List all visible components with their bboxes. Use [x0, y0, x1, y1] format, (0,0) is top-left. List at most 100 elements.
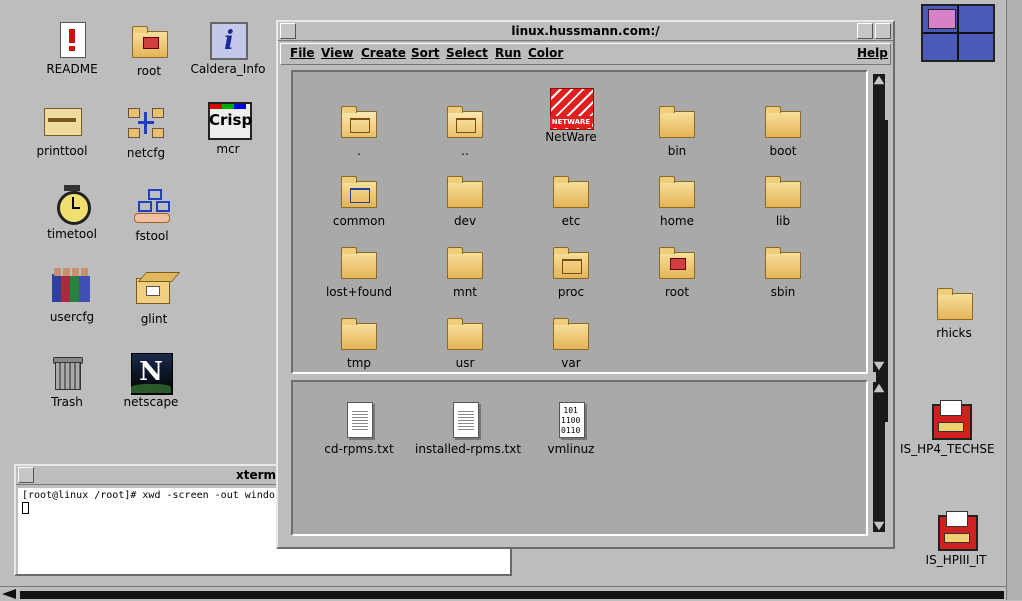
- desktop-icon-timetool[interactable]: timetool: [27, 185, 117, 241]
- readme-doc-icon: [52, 20, 92, 60]
- bottom-scrollbar-track[interactable]: [20, 591, 1004, 599]
- desktop-icon-rhicks[interactable]: rhicks: [909, 284, 999, 340]
- scroll-up-arrow[interactable]: [873, 75, 885, 85]
- desktop-icon-fstool[interactable]: fstool: [107, 187, 197, 243]
- menu-sort[interactable]: Sort: [411, 46, 440, 60]
- maximize-button[interactable]: [875, 23, 891, 39]
- folder-item[interactable]: bin: [627, 102, 727, 158]
- scroll-up-arrow[interactable]: [873, 383, 885, 393]
- folder-item[interactable]: proc: [521, 243, 621, 299]
- desktop-icon-usercfg[interactable]: usercfg: [27, 268, 117, 324]
- folder-icon: [444, 243, 486, 283]
- window-title: linux.hussmann.com:/: [511, 24, 660, 38]
- home-folder-icon: [129, 22, 169, 62]
- desktop-icon-root[interactable]: root: [104, 22, 194, 78]
- process-folder-icon: [550, 243, 592, 283]
- printer-queue-icon: [936, 511, 978, 551]
- file-manager-window[interactable]: linux.hussmann.com:/ File View Create So…: [276, 20, 895, 549]
- folder-item[interactable]: boot: [733, 102, 833, 158]
- menu-create[interactable]: Create: [361, 46, 406, 60]
- folder-item[interactable]: home: [627, 172, 727, 228]
- folder-icon: [656, 172, 698, 212]
- xterm-menu-button[interactable]: [18, 467, 34, 483]
- folder-icon: [444, 172, 486, 212]
- file-item[interactable]: installed-rpms.txt: [415, 400, 521, 456]
- trash-icon: [47, 353, 87, 393]
- folder-item-netware[interactable]: NETWARE NetWare: [521, 88, 621, 144]
- folder-item[interactable]: mnt: [415, 243, 515, 299]
- folder-item[interactable]: lost+found: [309, 243, 409, 299]
- file-pane[interactable]: cd-rpms.txt installed-rpms.txt 101 1100 …: [291, 380, 868, 536]
- desktop-icon-label: Caldera_Info: [190, 62, 266, 76]
- folder-item[interactable]: lib: [733, 172, 833, 228]
- desktop-icon-label: printtool: [36, 144, 88, 158]
- folder-item[interactable]: usr: [415, 314, 515, 370]
- desktop-icon-label: mcr: [216, 142, 240, 156]
- menu-color[interactable]: Color: [528, 46, 563, 60]
- folder-icon: [762, 102, 804, 142]
- window-menu-button[interactable]: [280, 23, 296, 39]
- menu-file[interactable]: File: [290, 46, 315, 60]
- desktop-icon-mcr[interactable]: Crisp mcr: [183, 100, 273, 156]
- folder-icon: [934, 284, 974, 324]
- folder-item[interactable]: .: [309, 102, 409, 158]
- desktop-icon-label: timetool: [47, 227, 97, 241]
- desktop-icon-netcfg[interactable]: netcfg: [101, 104, 191, 160]
- scroll-down-arrow[interactable]: [873, 521, 885, 531]
- desktop-icon-label: usercfg: [49, 310, 95, 324]
- users-icon: [52, 268, 92, 308]
- folder-icon: [762, 172, 804, 212]
- desktop-icon-printtool[interactable]: printtool: [17, 102, 107, 158]
- folder-icon: [656, 102, 698, 142]
- desktop-icon-label: glint: [140, 312, 168, 326]
- desktop-icon-glint[interactable]: glint: [109, 270, 199, 326]
- netscape-icon: N: [131, 353, 173, 395]
- file-manager-titlebar[interactable]: linux.hussmann.com:/: [278, 22, 893, 41]
- folder-icon: [338, 314, 380, 354]
- minimize-button[interactable]: [857, 23, 873, 39]
- filesystem-icon: [132, 187, 172, 227]
- desktop-icon-is-hpiii[interactable]: IS_HPIII_IT: [911, 511, 1001, 567]
- info-icon: i: [208, 20, 248, 60]
- desktop-icon-label: Trash: [51, 395, 83, 409]
- right-edge-bar: [1006, 0, 1022, 600]
- folder-icon: [338, 243, 380, 283]
- desktop-icon-label: netcfg: [126, 146, 166, 160]
- folder-icon: [762, 243, 804, 283]
- folder-item[interactable]: var: [521, 314, 621, 370]
- menu-select[interactable]: Select: [446, 46, 488, 60]
- pager-divider: [923, 32, 993, 34]
- desktop-icon-trash[interactable]: Trash: [22, 353, 112, 409]
- folder-item[interactable]: etc: [521, 172, 621, 228]
- menu-help[interactable]: Help: [857, 46, 888, 60]
- desktop-icon-netscape[interactable]: N netscape: [106, 353, 196, 409]
- file-item[interactable]: cd-rpms.txt: [309, 400, 409, 456]
- bottom-scrollbar[interactable]: [0, 586, 1006, 601]
- home-folder-icon: [656, 243, 698, 283]
- printer-icon: [42, 102, 82, 142]
- folder-pane[interactable]: . .. NETWARE NetWare bin boot common dev…: [291, 70, 888, 422]
- folder-item[interactable]: common: [309, 172, 409, 228]
- scroll-down-arrow[interactable]: [873, 361, 885, 371]
- folder-item[interactable]: ..: [415, 102, 515, 158]
- menu-run[interactable]: Run: [495, 46, 521, 60]
- desktop-icon-caldera-info[interactable]: i Caldera_Info: [183, 20, 273, 76]
- desktop-icon-is-hp4[interactable]: IS_HP4_TECHSE: [900, 400, 1000, 456]
- open-folder-icon: [444, 102, 486, 142]
- scroll-left-arrow[interactable]: [2, 589, 16, 599]
- crisp-icon: Crisp: [208, 100, 252, 140]
- stopwatch-icon: [52, 185, 92, 225]
- pager-active-desk[interactable]: [928, 9, 956, 29]
- folder-item[interactable]: tmp: [309, 314, 409, 370]
- folder-item[interactable]: dev: [415, 172, 515, 228]
- folder-item[interactable]: sbin: [733, 243, 833, 299]
- text-file-icon: [444, 400, 486, 440]
- folder-scrollbar[interactable]: [873, 74, 885, 372]
- workspace-pager[interactable]: [921, 4, 995, 62]
- file-scrollbar[interactable]: [873, 382, 885, 532]
- file-item[interactable]: 101 1100 0110 vmlinuz: [521, 400, 621, 456]
- text-file-icon: [338, 400, 380, 440]
- xterm-cursor: [22, 502, 29, 514]
- menu-view[interactable]: View: [321, 46, 353, 60]
- folder-item[interactable]: root: [627, 243, 727, 299]
